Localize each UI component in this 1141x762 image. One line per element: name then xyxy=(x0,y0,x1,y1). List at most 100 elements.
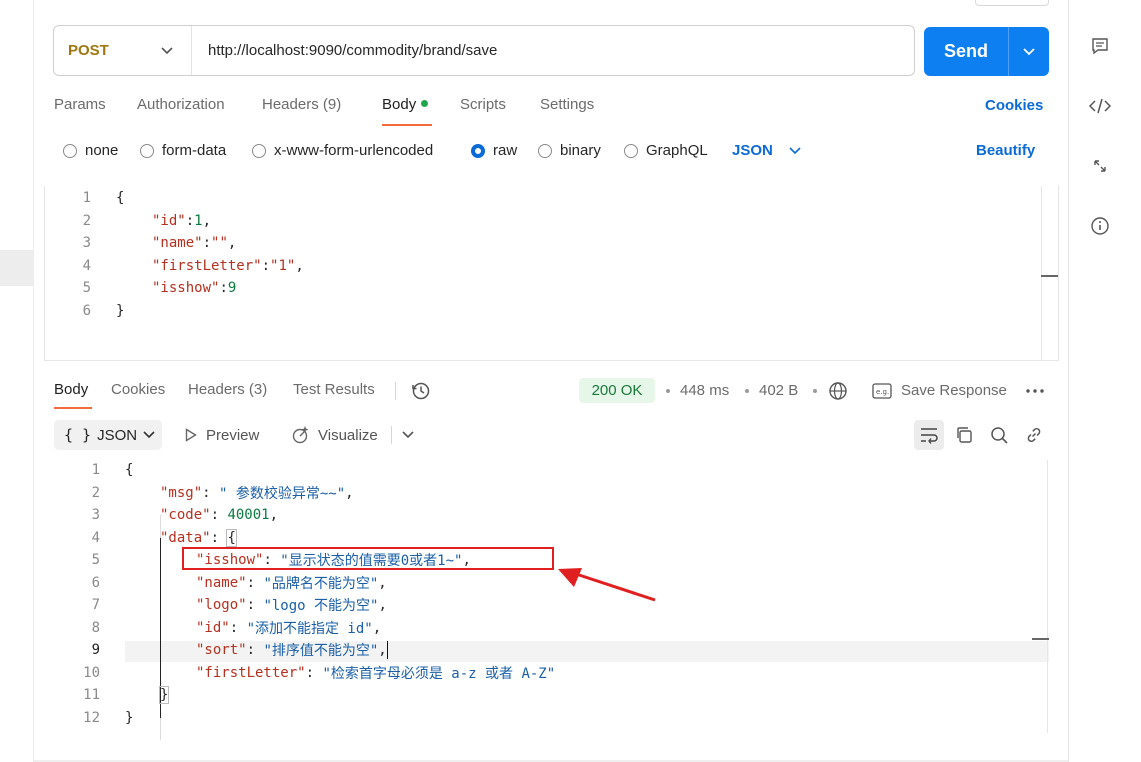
json-key: "isshow" xyxy=(152,280,220,296)
resp-tab-headers[interactable]: Headers (3) xyxy=(188,381,267,398)
json-value: { xyxy=(226,529,237,547)
send-button[interactable]: Send xyxy=(924,27,1049,76)
json-value: "检索首字母必须是 a-z 或者 A-Z" xyxy=(322,666,556,682)
active-tab-underline xyxy=(382,124,432,126)
json-key: "firstLetter" xyxy=(152,258,262,274)
response-format-label: JSON xyxy=(97,426,138,444)
code-line: 3 "name": "", xyxy=(45,232,237,254)
json-key: "name" xyxy=(152,235,203,251)
related-requests-icon[interactable] xyxy=(1087,153,1113,179)
visualize-options-button[interactable] xyxy=(393,420,423,450)
example-icon[interactable]: e.g. xyxy=(869,376,895,406)
radio-none[interactable]: none xyxy=(63,142,118,159)
tab-params[interactable]: Params xyxy=(54,96,106,113)
visualize-label: Visualize xyxy=(318,426,378,444)
json-end: , xyxy=(345,485,354,501)
json-value: "添加不能指定 id" xyxy=(246,621,373,637)
preview-button[interactable]: Preview xyxy=(185,420,259,450)
code-line: 11} xyxy=(44,684,170,706)
json-sep: : xyxy=(185,213,195,229)
link-icon[interactable] xyxy=(1019,420,1049,450)
resp-tab-body[interactable]: Body xyxy=(54,381,88,398)
text-cursor xyxy=(386,641,388,659)
resp-tab-cookies[interactable]: Cookies xyxy=(111,381,165,398)
save-response-button[interactable]: Save Response xyxy=(901,382,1007,399)
line-number: 6 xyxy=(91,575,100,591)
code-line: 7 "logo": "logo 不能为空", xyxy=(44,594,387,616)
code-line: 5 "isshow":9 xyxy=(45,277,237,299)
radio-label: x-www-form-urlencoded xyxy=(274,142,434,159)
tab-settings[interactable]: Settings xyxy=(540,96,594,113)
body-indicator-dot xyxy=(421,100,429,107)
response-size[interactable]: 402 B xyxy=(759,382,798,399)
editor-scrollbar-track xyxy=(1041,186,1042,361)
method-label: POST xyxy=(68,42,109,59)
json-value: "1" xyxy=(270,258,296,274)
annotation-arrow-icon xyxy=(558,568,656,602)
line-number: 2 xyxy=(91,485,100,501)
visualize-button[interactable]: Visualize xyxy=(291,420,378,450)
line-number: 7 xyxy=(91,597,100,613)
code-line: 12} xyxy=(44,707,133,729)
code-text: } xyxy=(158,686,170,704)
chevron-down-icon xyxy=(789,146,801,154)
status-badge[interactable]: 200 OK xyxy=(579,378,655,403)
response-time[interactable]: 448 ms xyxy=(680,382,729,399)
code-line: 10 "firstLetter": "检索首字母必须是 a-z 或者 A-Z" xyxy=(44,662,555,684)
json-key: "logo" xyxy=(196,597,247,613)
globe-icon[interactable] xyxy=(823,376,853,406)
chevron-down-icon xyxy=(402,431,414,439)
line-number: 5 xyxy=(91,552,100,568)
code-line: 8 "id": "添加不能指定 id", xyxy=(44,617,382,639)
editor-scroll-marker[interactable] xyxy=(1041,275,1058,277)
response-format-select[interactable]: { } JSON xyxy=(54,420,162,450)
tab-body[interactable]: Body xyxy=(382,96,429,113)
chevron-down-icon xyxy=(143,431,155,439)
json-sep: : xyxy=(210,530,228,546)
tab-authorization[interactable]: Authorization xyxy=(137,96,225,113)
radio-raw[interactable]: raw xyxy=(471,142,517,159)
braces-icon: { } xyxy=(64,426,92,444)
json-key: "firstLetter" xyxy=(196,665,306,681)
right-rail xyxy=(1068,0,1141,762)
code-line: 2 "id":1, xyxy=(45,210,211,232)
request-body-editor[interactable]: 1{ 2 "id":1, 3 "name": "", 4 "firstLetter": "… xyxy=(44,186,1059,361)
svg-text:e.g.: e.g. xyxy=(876,388,889,396)
body-format-select[interactable]: JSON xyxy=(732,142,801,159)
json-end: , xyxy=(378,642,387,658)
radio-form-data[interactable]: form-data xyxy=(140,142,226,159)
json-sep: : xyxy=(202,485,220,501)
viewer-scroll-marker[interactable] xyxy=(1032,638,1049,640)
radio-urlencoded[interactable]: x-www-form-urlencoded xyxy=(252,142,433,159)
divider xyxy=(395,382,396,400)
more-options-icon[interactable] xyxy=(1020,376,1050,406)
left-rail-selected[interactable] xyxy=(0,250,34,286)
tab-headers[interactable]: Headers (9) xyxy=(262,96,341,113)
top-control-stub[interactable] xyxy=(975,0,1049,6)
json-end: , xyxy=(269,507,279,523)
tab-scripts[interactable]: Scripts xyxy=(460,96,506,113)
code-snippet-icon[interactable] xyxy=(1087,93,1113,119)
radio-graphql[interactable]: GraphQL xyxy=(624,142,708,159)
radio-label: raw xyxy=(493,142,518,159)
json-value: 1 xyxy=(194,213,203,229)
wrap-lines-icon[interactable] xyxy=(914,420,944,450)
search-icon[interactable] xyxy=(984,420,1014,450)
radio-binary[interactable]: binary xyxy=(538,142,601,159)
url-input[interactable]: http://localhost:9090/commodity/brand/sa… xyxy=(192,42,497,59)
send-options-button[interactable] xyxy=(1008,27,1049,76)
method-select[interactable]: POST xyxy=(54,26,192,75)
send-label: Send xyxy=(943,41,988,61)
cookies-link[interactable]: Cookies xyxy=(985,97,1043,114)
comments-icon[interactable] xyxy=(1087,33,1113,59)
resp-active-tab-underline xyxy=(54,407,92,409)
resp-tab-test-results[interactable]: Test Results xyxy=(293,381,375,398)
response-body-viewer[interactable]: 1{ 2 "msg": " 参数校验异常~~", 3 "code": 40001, … xyxy=(44,458,1049,740)
play-icon xyxy=(185,428,197,442)
history-icon[interactable] xyxy=(406,376,436,406)
json-sep: : xyxy=(246,575,264,591)
copy-icon[interactable] xyxy=(949,420,979,450)
beautify-link[interactable]: Beautify xyxy=(976,142,1035,159)
info-icon[interactable] xyxy=(1087,213,1113,239)
radio-circle xyxy=(624,143,638,158)
